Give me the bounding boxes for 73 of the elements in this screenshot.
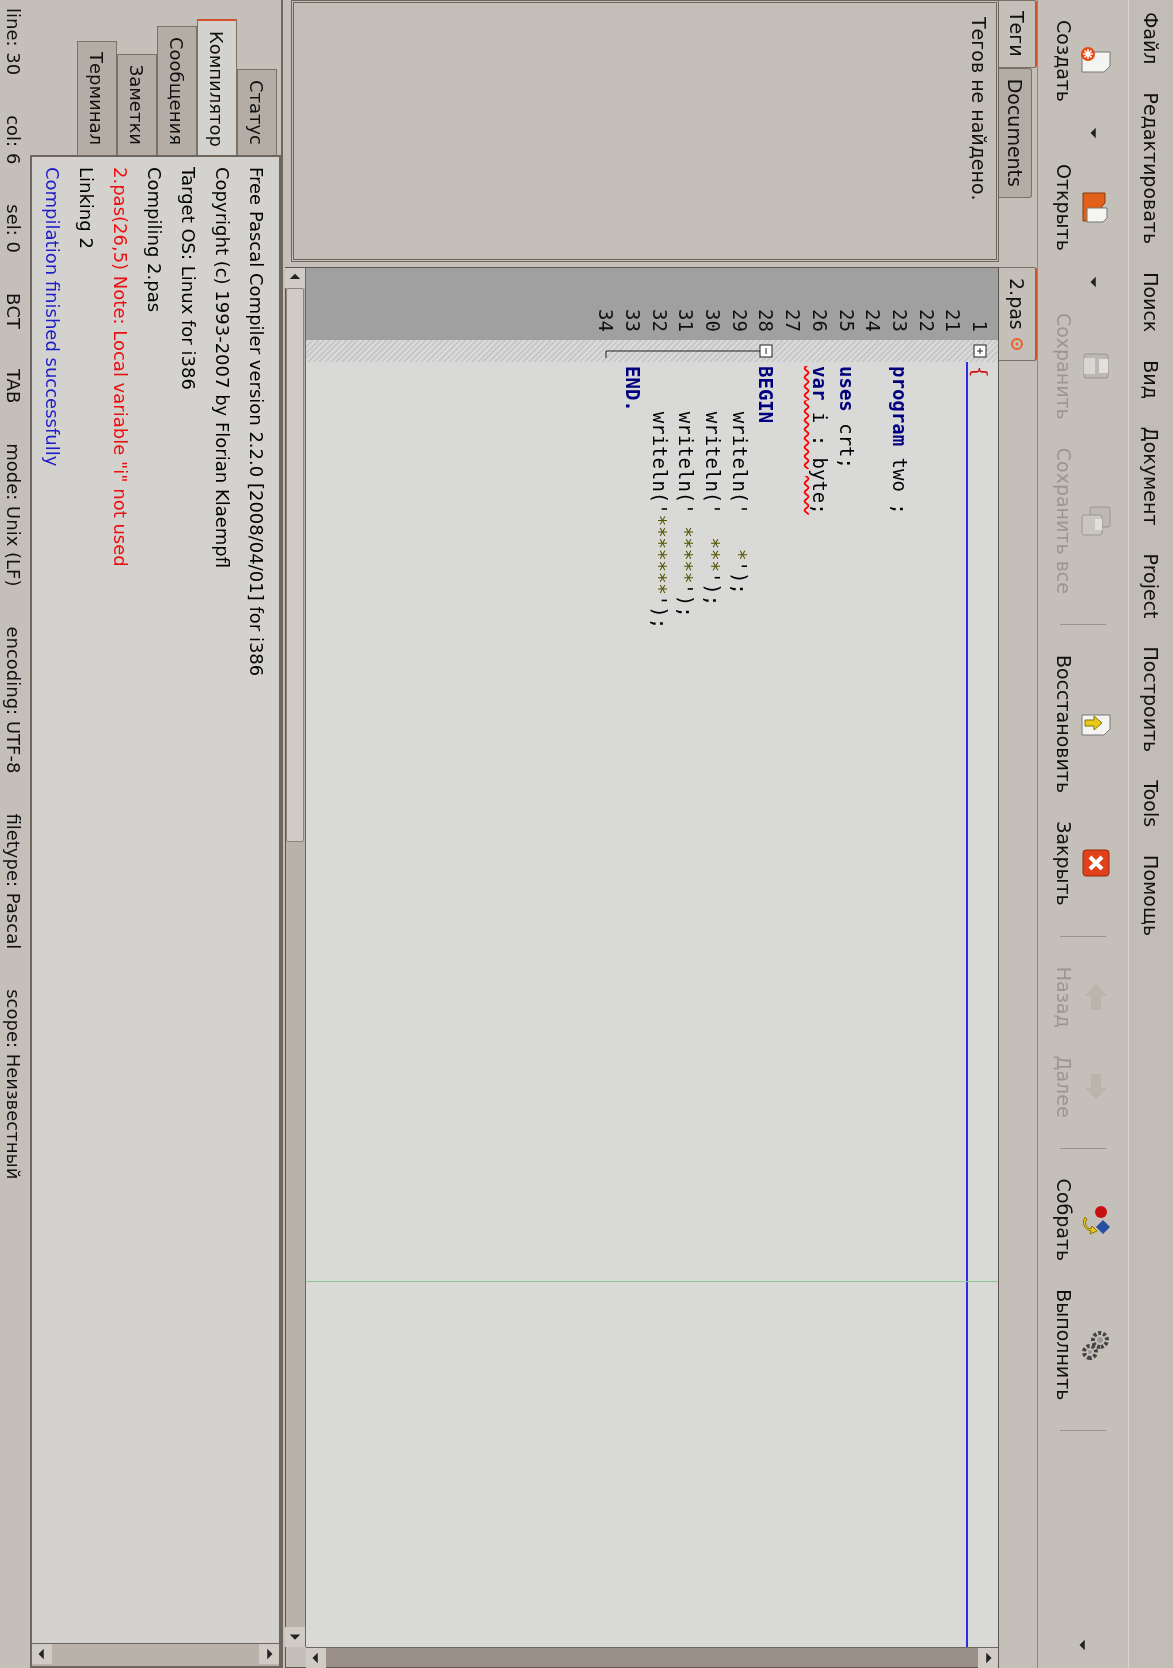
scroll-down-button[interactable] [306,1648,326,1668]
menu-item[interactable]: Построить [1140,646,1162,753]
toolbar-button[interactable]: Закрыть [1038,809,1128,918]
status-item: filetype: Pascal [3,813,25,950]
code-line: writeln(' *'); [728,410,751,595]
code-line: program two ; [888,366,911,515]
toolbar-button[interactable]: Выполнить [1038,1277,1128,1413]
status-item: col: 6 [3,115,25,165]
line-number: 31 [674,308,699,334]
toolbar-button[interactable]: Восстановить [1038,643,1128,806]
status-item: line: 30 [3,8,25,76]
menu-item[interactable]: Помощь [1140,855,1162,937]
toolbar-button[interactable]: Собрать [1038,1166,1128,1274]
menu-item[interactable]: Tools [1140,780,1162,828]
toolbar-button[interactable]: Создать [1038,8,1128,115]
empty-message: Тегов не найдено. [968,17,990,203]
output-line: Compiling 2.pas [143,167,166,315]
code-line: { [969,366,991,378]
status-item: mode: Unix (LF) [3,443,25,587]
scroll-left-button[interactable] [285,268,306,288]
line-number: 22 [914,308,939,334]
code-line: BEGIN [755,366,778,424]
code-line: END. [622,366,645,412]
output-line: Free Pascal Compiler version 2.2.0 [2008/04/01] for i386 [245,167,268,679]
scroll-up-button[interactable] [259,1644,279,1664]
scroll-right-button[interactable] [285,1627,306,1647]
code-line: writeln('*******'); [648,410,671,630]
output-line: Target OS: Linux for i386 [177,167,200,392]
output-line: Linking 2 [75,167,98,251]
output-line: 2.pas(26,5) Note: Local variable "i" not used [109,167,132,569]
line-number: 28 [754,308,779,334]
line-number: 27 [781,308,806,334]
line-number: 1 [968,319,992,334]
message-tab[interactable]: Терминал [77,40,117,155]
message-tab[interactable]: Сообщения [157,25,197,155]
code-line: writeln(' ***'); [702,410,725,607]
menu-item[interactable]: Вид [1140,360,1162,399]
line-number: 23 [887,308,912,334]
menu-item[interactable]: Документ [1140,426,1162,526]
line-number: 34 [594,308,619,334]
menu-item[interactable]: Редактировать [1140,92,1162,245]
sidebar-tab[interactable]: Documents [999,67,1032,198]
code-line: uses crt; [835,366,858,469]
status-item: encoding: UTF-8 [3,626,25,774]
status-item: sel: 0 [3,204,25,254]
line-number: 30 [701,308,726,334]
status-item: scope: Неизвестный [3,989,25,1180]
line-number: 21 [941,308,966,334]
output-line: Compilation finished successfully [41,167,64,469]
save-all-icon [1079,503,1113,538]
line-number: 33 [621,308,646,334]
line-number: 29 [727,308,752,334]
code-line: writeln(' *****'); [675,410,698,618]
document-tab[interactable]: 2.pas [999,267,1037,361]
sidebar-tab[interactable]: Теги [999,0,1037,68]
status-item: TAB [3,368,25,404]
line-number: 25 [834,308,859,334]
menu-item[interactable]: Файл [1140,12,1162,65]
line-number: 26 [807,308,832,334]
menu-item[interactable]: Project [1140,553,1162,619]
scroll-up-button[interactable] [978,1648,998,1668]
scroll-down-button[interactable] [32,1644,52,1664]
code-line: var i : byte; [808,366,831,515]
message-tab[interactable]: Статус [237,68,277,155]
message-tab[interactable]: Компилятор [197,18,237,157]
scrollbar-thumb[interactable] [286,288,305,842]
toolbar-button[interactable]: Открыть [1038,152,1128,263]
line-number: 32 [647,308,672,334]
menu-item[interactable]: Поиск [1140,272,1162,333]
status-item: ВСТ [3,293,25,329]
output-line: Copyright (c) 1993-2007 by Florian Klaempfl [211,167,234,571]
message-tab[interactable]: Заметки [117,53,157,155]
line-number: 24 [861,308,886,334]
